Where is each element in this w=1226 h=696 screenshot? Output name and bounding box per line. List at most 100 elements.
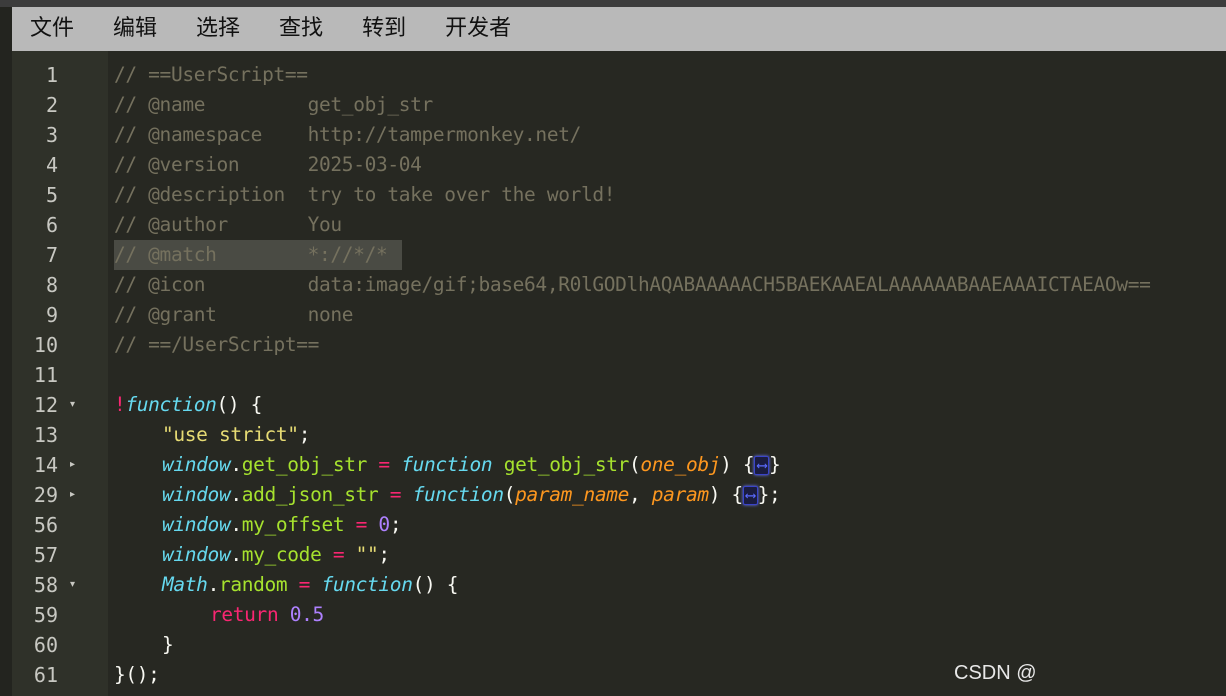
token: } bbox=[769, 453, 781, 476]
line-number: 59 bbox=[33, 603, 58, 627]
line-number: 6 bbox=[45, 213, 58, 237]
code-line: // @author You bbox=[114, 213, 342, 236]
line-number: 1 bbox=[45, 63, 58, 87]
code-line: // @version 2025-03-04 bbox=[114, 153, 422, 176]
fold-open-icon[interactable]: ▾ bbox=[70, 390, 80, 420]
token: = bbox=[344, 513, 379, 536]
line-number: 7 bbox=[45, 243, 58, 267]
token: { bbox=[239, 393, 263, 416]
line-number-gutter: 1 2 3 4 5 6 7 8 9 10 11 12 ▾ 13 14 ▸ 29 ▸ 5… bbox=[12, 51, 108, 696]
line-number: 5 bbox=[45, 183, 58, 207]
line-number: 12 bbox=[33, 393, 58, 417]
token: () bbox=[216, 393, 240, 416]
token: window bbox=[162, 483, 231, 506]
token: ( bbox=[503, 483, 516, 506]
line-number: 58 bbox=[33, 573, 58, 597]
code-editor[interactable]: 1 2 3 4 5 6 7 8 9 10 11 12 ▾ 13 14 ▸ 29 ▸ 5… bbox=[12, 51, 1226, 696]
fold-collapsed-icon[interactable]: ⟷ bbox=[754, 456, 769, 475]
code-line: return 0.5 bbox=[210, 600, 1226, 630]
token: = bbox=[321, 543, 356, 566]
token: get_obj_str bbox=[503, 453, 630, 476]
fold-open-icon[interactable]: ▾ bbox=[70, 570, 80, 600]
token: . bbox=[230, 513, 242, 536]
code-line: // @name get_obj_str bbox=[114, 93, 433, 116]
menu-file[interactable]: 文件 bbox=[12, 7, 89, 51]
code-line: // @grant none bbox=[114, 303, 354, 326]
menu-developer[interactable]: 开发者 bbox=[430, 7, 526, 51]
line-number: 57 bbox=[33, 543, 58, 567]
token: { bbox=[435, 573, 459, 596]
menu-goto[interactable]: 转到 bbox=[347, 7, 421, 51]
token: function bbox=[321, 573, 413, 596]
line-number: 11 bbox=[33, 363, 58, 387]
window-top-edge bbox=[0, 0, 1226, 7]
token: { bbox=[731, 453, 755, 476]
line-number: 8 bbox=[45, 273, 58, 297]
token: = bbox=[367, 453, 402, 476]
token: ( bbox=[629, 453, 641, 476]
token: my_offset bbox=[241, 513, 345, 536]
watermark: CSDN @ bbox=[954, 662, 1037, 684]
window-left-edge bbox=[0, 7, 12, 696]
token: function bbox=[412, 483, 504, 506]
token: { bbox=[720, 483, 744, 506]
token: = bbox=[287, 573, 322, 596]
code-line: !function() { bbox=[114, 390, 1226, 420]
token: () bbox=[412, 573, 436, 596]
token: ! bbox=[114, 393, 126, 416]
token: . bbox=[230, 483, 242, 506]
fold-closed-icon[interactable]: ▸ bbox=[70, 450, 80, 480]
code-line: // ==UserScript== bbox=[114, 63, 308, 86]
code-area[interactable]: // ==UserScript== // @name get_obj_str /… bbox=[108, 51, 1226, 696]
code-line: // @description try to take over the wor… bbox=[114, 183, 616, 206]
code-line: window.my_offset = 0; bbox=[162, 510, 1226, 540]
token: random bbox=[218, 573, 288, 596]
line-number: 61 bbox=[33, 663, 58, 687]
menu-selection[interactable]: 选择 bbox=[181, 7, 255, 51]
token: ) bbox=[720, 453, 732, 476]
line-number: 56 bbox=[33, 513, 58, 537]
token: window bbox=[162, 543, 231, 566]
fold-closed-icon[interactable]: ▸ bbox=[70, 480, 80, 510]
token: ; bbox=[769, 483, 781, 506]
token: . bbox=[230, 543, 242, 566]
token: , bbox=[629, 483, 652, 506]
token: param_name bbox=[515, 483, 630, 506]
token: "use strict" bbox=[162, 423, 299, 446]
token: 0 bbox=[378, 513, 390, 536]
fold-collapsed-icon[interactable]: ⟷ bbox=[742, 486, 758, 505]
token: get_obj_str bbox=[241, 453, 368, 476]
code-line: }(); bbox=[114, 660, 1226, 690]
menu-edit[interactable]: 编辑 bbox=[98, 7, 172, 51]
token: my_code bbox=[241, 543, 322, 566]
token: param bbox=[651, 483, 709, 506]
code-line: // @match *://*/* bbox=[114, 243, 388, 266]
code-line: // @icon data:image/gif;base64,R0lGODlhA… bbox=[114, 273, 1151, 296]
token: "" bbox=[355, 543, 379, 566]
token: } bbox=[162, 633, 174, 656]
menu-find[interactable]: 查找 bbox=[264, 7, 338, 51]
token: . bbox=[207, 573, 220, 596]
line-number: 9 bbox=[45, 303, 58, 327]
token: add_json_str bbox=[241, 483, 379, 506]
line-number: 60 bbox=[33, 633, 58, 657]
token: one_obj bbox=[640, 453, 721, 476]
token: Math bbox=[162, 573, 208, 596]
code-line: window.my_code = ""; bbox=[162, 540, 1226, 570]
code-line: } bbox=[162, 630, 1226, 660]
token: ; bbox=[298, 423, 311, 446]
code-line: "use strict"; bbox=[162, 420, 1226, 450]
token: window bbox=[162, 453, 231, 476]
token: }(); bbox=[114, 663, 160, 686]
line-number: 13 bbox=[33, 423, 58, 447]
code-line: Math.random = function() { bbox=[162, 570, 1226, 600]
line-number: 29 bbox=[33, 483, 58, 507]
token: ; bbox=[389, 513, 402, 536]
token: } bbox=[757, 483, 770, 506]
token: function bbox=[125, 393, 217, 416]
token: ) bbox=[708, 483, 721, 506]
token: . bbox=[230, 453, 242, 476]
line-number: 14 bbox=[33, 453, 58, 477]
